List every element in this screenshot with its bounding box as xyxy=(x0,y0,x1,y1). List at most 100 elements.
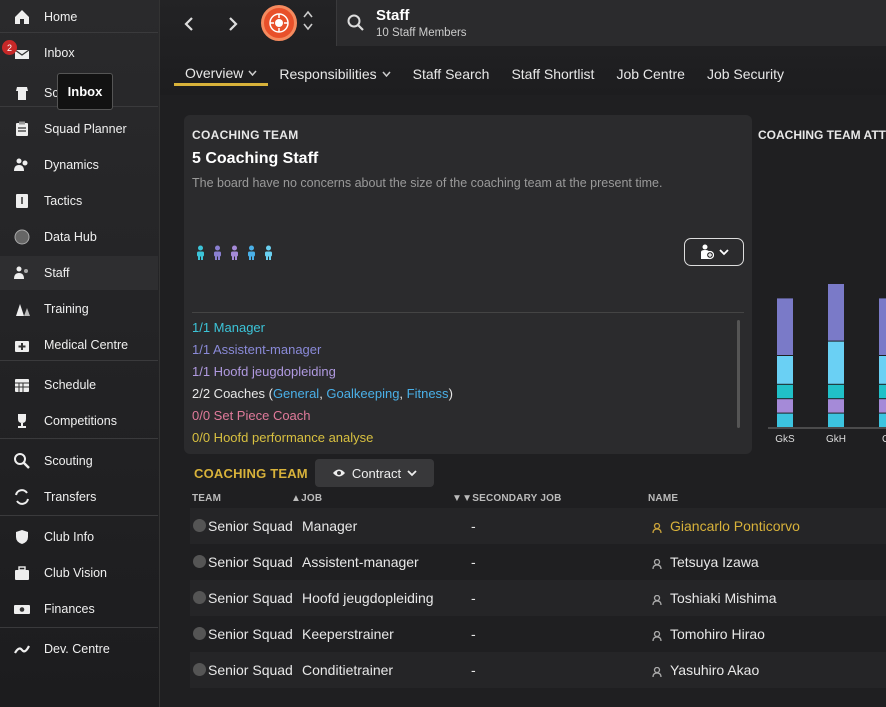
bar-segment[interactable] xyxy=(777,399,793,413)
column-header-team[interactable]: TEAM xyxy=(192,493,221,504)
role-line: 1/1 Hoofd jeugdopleiding xyxy=(192,364,336,379)
x-tick-label: GkH xyxy=(826,434,846,445)
person-icon xyxy=(228,245,241,266)
tab-overview[interactable]: Overview xyxy=(174,62,269,86)
row-status-icon xyxy=(193,663,206,676)
sidebar-item-label: Club Info xyxy=(44,530,95,544)
team-cell: Senior Squad xyxy=(208,590,293,606)
sidebar-item-medical-centre[interactable]: Medical Centre xyxy=(0,328,158,362)
club-switcher[interactable] xyxy=(301,9,315,35)
sidebar-item-transfers[interactable]: Transfers xyxy=(0,480,158,514)
sidebar-item-home[interactable]: Home xyxy=(0,0,158,34)
coaching-attributes-chart: GkS GkH Gi xyxy=(768,284,886,445)
search-icon xyxy=(347,14,364,31)
staff-name-link[interactable]: Toshiaki Mishima xyxy=(670,590,777,606)
table-row[interactable]: Senior Squad Assistent-manager - Tetsuya Iz… xyxy=(190,544,886,580)
sidebar-item-club-vision[interactable]: Club Vision xyxy=(0,556,158,590)
staff-name-link[interactable]: Yasuhiro Akao xyxy=(670,662,759,678)
staff-name-link[interactable]: Tomohiro Hirao xyxy=(670,626,765,642)
tab-responsibilities[interactable]: Responsibilities xyxy=(268,62,401,86)
team-cell: Senior Squad xyxy=(208,662,293,678)
staff-name-link[interactable]: Giancarlo Ponticorvo xyxy=(670,518,800,534)
bar-segment[interactable] xyxy=(879,356,886,384)
table-row[interactable]: Senior Squad Keeperstrainer - Tomohiro Hira… xyxy=(190,616,886,652)
bar-segment[interactable] xyxy=(828,341,844,384)
job-cell: Conditietrainer xyxy=(302,662,394,678)
contract-view-dropdown[interactable]: Contract xyxy=(315,459,434,487)
sidebar-item-staff[interactable]: Staff xyxy=(0,256,158,290)
role-list-scrollbar[interactable] xyxy=(737,320,740,428)
tab-staff-shortlist[interactable]: Staff Shortlist xyxy=(500,62,605,86)
table-row[interactable]: Senior Squad Manager - Giancarlo Ponticorvo xyxy=(190,508,886,544)
x-tick-label: GkS xyxy=(775,434,795,445)
sidebar-item-club-info[interactable]: Club Info xyxy=(0,520,158,554)
person-icon xyxy=(194,245,207,266)
team-cell: Senior Squad xyxy=(208,554,293,570)
sidebar-item-dynamics[interactable]: Dynamics xyxy=(0,148,158,182)
tab-job-security[interactable]: Job Security xyxy=(696,62,795,86)
staff-people-icons xyxy=(194,245,275,266)
shield-icon xyxy=(0,528,44,546)
bar-segment[interactable] xyxy=(777,298,793,355)
role-line: 0/0 Set Piece Coach xyxy=(192,408,311,423)
coach-link-general[interactable]: General xyxy=(273,386,319,401)
table-row[interactable]: Senior Squad Conditietrainer - Yasuhiro Aka… xyxy=(190,652,886,688)
sidebar-item-label: Medical Centre xyxy=(44,338,129,352)
back-button[interactable] xyxy=(177,12,201,36)
unread-badge: 2 xyxy=(2,40,17,55)
forward-button[interactable] xyxy=(221,12,245,36)
training-icon xyxy=(0,300,44,318)
sidebar-item-competitions[interactable]: Competitions xyxy=(0,404,158,438)
person-icon xyxy=(245,245,258,266)
bar-segment[interactable] xyxy=(777,356,793,384)
search-icon xyxy=(0,452,44,470)
sort-asc-icon: ▲ xyxy=(291,493,302,504)
coach-link-fitness[interactable]: Fitness xyxy=(407,386,449,401)
bar-segment[interactable] xyxy=(828,284,844,341)
tab-job-centre[interactable]: Job Centre xyxy=(605,62,695,86)
bar-segment[interactable] xyxy=(879,413,886,427)
column-header-secondary-job[interactable]: ▼▼SECONDARY JOB xyxy=(452,493,562,504)
table-row[interactable]: Senior Squad Hoofd jeugdopleiding - Toshiak… xyxy=(190,580,886,616)
bar-segment[interactable] xyxy=(879,384,886,399)
bar-segment[interactable] xyxy=(828,384,844,399)
person-icon xyxy=(211,245,224,266)
bar-segment[interactable] xyxy=(879,298,886,355)
job-cell: Assistent-manager xyxy=(302,554,419,570)
tab-bar: Overview Responsibilities Staff Search Staf… xyxy=(174,62,795,86)
sidebar-item-dev-centre[interactable]: Dev. Centre xyxy=(0,632,158,666)
sidebar-item-label: Inbox xyxy=(44,46,75,60)
staff-name-link[interactable]: Tetsuya Izawa xyxy=(670,554,759,570)
add-staff-dropdown[interactable] xyxy=(684,238,744,266)
column-header-name[interactable]: NAME xyxy=(648,493,678,504)
bar-segment[interactable] xyxy=(777,413,793,427)
row-status-icon xyxy=(193,627,206,640)
sidebar-item-tactics[interactable]: Tactics xyxy=(0,184,158,218)
table-section-title: COACHING TEAM xyxy=(194,466,308,481)
coach-link-goalkeeping[interactable]: Goalkeeping xyxy=(326,386,399,401)
transfer-icon xyxy=(0,488,44,506)
column-header-job[interactable]: ▲JOB xyxy=(291,493,322,504)
sidebar-item-label: Staff xyxy=(44,266,70,280)
bar-segment[interactable] xyxy=(828,413,844,427)
dev-centre-icon xyxy=(0,640,44,658)
tab-staff-search[interactable]: Staff Search xyxy=(402,62,501,86)
club-logo[interactable] xyxy=(261,5,297,41)
search-box[interactable]: Staff 10 Staff Members xyxy=(336,0,886,46)
sidebar-item-training[interactable]: Training xyxy=(0,292,158,326)
bar-segment[interactable] xyxy=(879,399,886,413)
sidebar-item-inbox[interactable]: 2 Inbox xyxy=(0,36,158,70)
sidebar-item-schedule[interactable]: Schedule xyxy=(0,368,158,402)
sidebar-item-finances[interactable]: Finances xyxy=(0,592,158,626)
briefcase-icon xyxy=(0,564,44,582)
sidebar-item-squad-planner[interactable]: Squad Planner xyxy=(0,112,158,146)
chevron-down-icon xyxy=(407,470,417,477)
row-status-icon xyxy=(193,519,206,532)
role-line: 0/0 Hoofd performance analyse xyxy=(192,430,374,445)
role-list: 1/1 Manager 1/1 Assistent-manager 1/1 Hoof… xyxy=(192,317,453,449)
sidebar-item-label: Schedule xyxy=(44,378,97,392)
sidebar-item-scouting[interactable]: Scouting xyxy=(0,444,158,478)
bar-segment[interactable] xyxy=(828,399,844,413)
bar-segment[interactable] xyxy=(777,384,793,399)
sidebar-item-data-hub[interactable]: Data Hub xyxy=(0,220,158,254)
